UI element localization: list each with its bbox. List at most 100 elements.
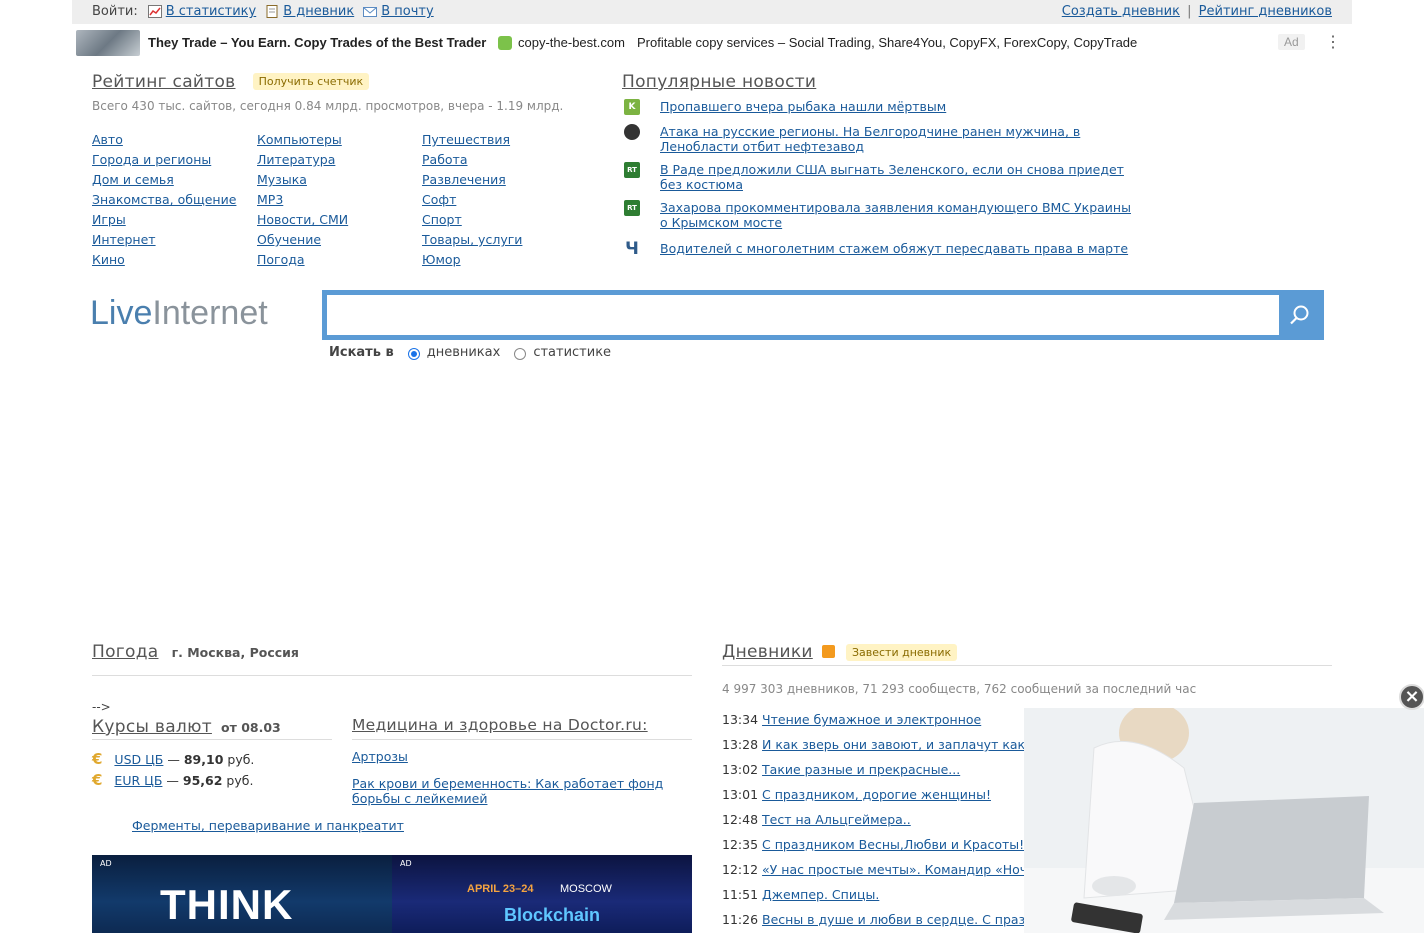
post-time: 12:12 [722, 862, 759, 877]
search-input[interactable] [327, 295, 1279, 335]
post-link[interactable]: Такие разные и прекрасные... [762, 762, 960, 777]
promo-city: MOSCOW [560, 883, 612, 895]
post-link[interactable]: Тест на Альцгеймера.. [762, 812, 911, 827]
stats-link-wrap[interactable]: В статистику [147, 4, 256, 19]
news-link[interactable]: Водителей с многолетним стажем обяжут пе… [660, 241, 1140, 256]
medicine-link[interactable]: Артрозы [352, 749, 408, 764]
radio-diaries[interactable] [407, 347, 420, 360]
diary-link-wrap[interactable]: В дневник [265, 4, 354, 19]
post-link[interactable]: Весны в душе и любви в сердце. С празд [762, 912, 1034, 927]
news-link[interactable]: Пропавшего вчера рыбака нашли мёртвым [660, 99, 1140, 114]
category-link[interactable]: Погода [257, 250, 348, 270]
category-link[interactable]: Литература [257, 150, 348, 170]
post-link[interactable]: И как зверь они завоют, и заплачут как д [762, 737, 1038, 752]
ad-banner[interactable]: They Trade – You Earn. Copy Trades of th… [72, 26, 1352, 62]
diary-post: 13:01 С праздником, дорогие женщины! [722, 787, 991, 802]
stats-link[interactable]: В статистику [166, 4, 256, 19]
mail-link-wrap[interactable]: В почту [363, 4, 434, 19]
weather-header: Погода г. Москва, Россия [92, 642, 299, 662]
search-options: Искать в дневниках статистике [329, 345, 611, 360]
create-diary-badge[interactable]: Завести дневник [845, 644, 958, 661]
category-link[interactable]: Игры [92, 210, 236, 230]
post-link[interactable]: Чтение бумажное и электронное [762, 712, 981, 727]
news-link[interactable]: В Раде предложили США выгнать Зеленского… [660, 162, 1140, 192]
search-button[interactable] [1279, 295, 1319, 335]
ad-title[interactable]: They Trade – You Earn. Copy Trades of th… [148, 35, 486, 50]
ad-thumbnail [76, 30, 140, 56]
mail-link[interactable]: В почту [381, 4, 433, 19]
medicine-extra-link[interactable]: Ферменты, переваривание и панкреатит [132, 818, 404, 833]
liveinternet-logo[interactable]: LiveInternet [90, 294, 268, 333]
category-link[interactable]: Музыка [257, 170, 348, 190]
medicine-title[interactable]: Медицина и здоровье на Doctor.ru: [352, 716, 648, 734]
category-link[interactable]: Компьютеры [257, 130, 348, 150]
radio-diaries-label[interactable]: дневниках [427, 345, 501, 360]
diary-post: 11:26 Весны в душе и любви в сердце. С пр… [722, 912, 1034, 927]
ad-description[interactable]: Profitable copy services – Social Tradin… [637, 35, 1137, 50]
promo-date: APRIL 23–24 [467, 883, 534, 895]
diary-post: 13:34 Чтение бумажное и электронное [722, 712, 981, 727]
get-counter-badge[interactable]: Получить счетчик [252, 73, 370, 90]
category-link[interactable]: Новости, СМИ [257, 210, 348, 230]
category-link[interactable]: Знакомства, общение [92, 190, 236, 210]
category-link[interactable]: Авто [92, 130, 236, 150]
category-link[interactable]: Путешествия [422, 130, 522, 150]
post-link[interactable]: С праздником Весны,Любви и Красоты!С [762, 837, 1033, 852]
radio-stats[interactable] [514, 347, 527, 360]
post-link[interactable]: «У нас простые мечты». Командир «Ночн [762, 862, 1035, 877]
category-link[interactable]: Интернет [92, 230, 236, 250]
news-link[interactable]: Атака на русские регионы. На Белгородчин… [660, 124, 1140, 154]
category-link[interactable]: Дом и семья [92, 170, 236, 190]
video-ad-overlay[interactable] [1024, 708, 1424, 933]
category-link[interactable]: MP3 [257, 190, 348, 210]
diary-rating-link[interactable]: Рейтинг дневников [1199, 4, 1332, 19]
category-link[interactable]: Развлечения [422, 170, 522, 190]
currency-link[interactable]: USD ЦБ [114, 752, 163, 767]
post-time: 12:48 [722, 812, 759, 827]
category-link[interactable]: Кино [92, 250, 236, 270]
news-link[interactable]: Захарова прокомментировала заявления ком… [660, 200, 1140, 230]
category-link[interactable]: Работа [422, 150, 522, 170]
post-time: 11:26 [722, 912, 759, 927]
promo-banner-1[interactable]: AD THINK [92, 855, 392, 933]
medicine-link[interactable]: Рак крови и беременность: Как работает ф… [352, 776, 663, 806]
radio-stats-label[interactable]: статистике [533, 345, 611, 360]
category-link[interactable]: Города и регионы [92, 150, 236, 170]
medicine-extra-wrap: Ферменты, переваривание и панкреатит [132, 818, 404, 833]
post-link[interactable]: С праздником, дорогие женщины! [762, 787, 991, 802]
currency-value: 95,62 [182, 773, 223, 788]
diaries-stats: 4 997 303 дневников, 71 293 сообществ, 7… [722, 682, 1197, 696]
diary-link[interactable]: В дневник [283, 4, 354, 19]
category-link[interactable]: Софт [422, 190, 522, 210]
more-options-icon[interactable]: ⋮ [1325, 32, 1341, 52]
currency-row: € EUR ЦБ — 95,62 руб. [92, 771, 253, 789]
ad-domain-text: copy-the-best.com [518, 35, 625, 50]
category-link[interactable]: Спорт [422, 210, 522, 230]
currency-link[interactable]: EUR ЦБ [114, 773, 162, 788]
currency-value: 89,10 [183, 752, 224, 767]
rss-icon[interactable] [821, 645, 835, 658]
ad-label: Ad [1278, 34, 1305, 50]
divider [92, 739, 332, 740]
currency-title[interactable]: Курсы валют [92, 717, 212, 737]
create-diary-link[interactable]: Создать дневник [1062, 4, 1180, 19]
post-link[interactable]: Джемпер. Спицы. [762, 887, 879, 902]
ad-domain[interactable]: copy-the-best.com [498, 35, 625, 50]
category-link[interactable]: Юмор [422, 250, 522, 270]
mail-icon [363, 7, 378, 17]
category-link[interactable]: Товары, услуги [422, 230, 522, 250]
top-bar: Войти: В статистику В дневник В почту Со… [72, 0, 1352, 24]
rating-title[interactable]: Рейтинг сайтов [92, 72, 236, 92]
news-title[interactable]: Популярные новости [622, 72, 816, 92]
diary-post: 13:02 Такие разные и прекрасные... [722, 762, 960, 777]
news-header: Популярные новости [622, 72, 816, 92]
news-source-icon: Ч [625, 239, 639, 259]
post-time: 13:02 [722, 762, 759, 777]
category-link[interactable]: Обучение [257, 230, 348, 250]
diaries-title[interactable]: Дневники [722, 642, 813, 662]
promo-banner-2[interactable]: AD APRIL 23–24 MOSCOW Blockchain [392, 855, 692, 933]
ad-favicon-icon [498, 35, 512, 50]
close-video-button[interactable]: × [1399, 684, 1424, 710]
rating-header: Рейтинг сайтов Получить счетчик [92, 72, 370, 92]
weather-title[interactable]: Погода [92, 642, 159, 662]
